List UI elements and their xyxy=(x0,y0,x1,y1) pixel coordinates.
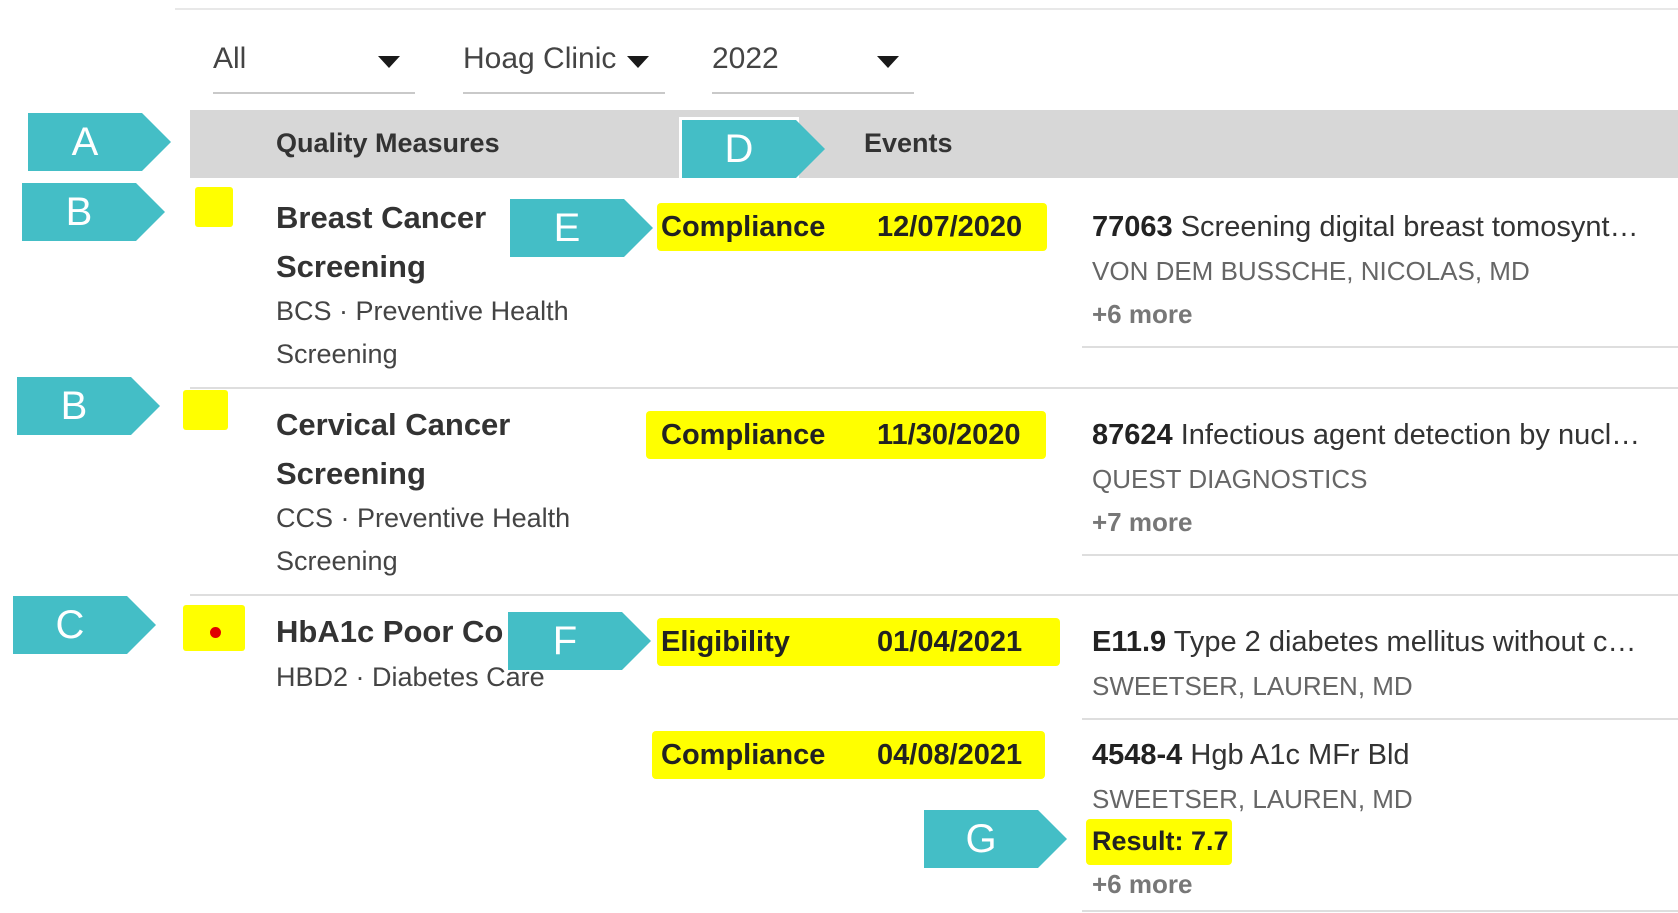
measure-subtitle-cont: Screening xyxy=(276,339,398,369)
clinic-filter-dropdown[interactable]: Hoag Clinic xyxy=(463,22,665,94)
event-date: 04/08/2021 xyxy=(877,739,1023,771)
events-header: Events xyxy=(864,128,953,158)
callout-f: F xyxy=(508,612,651,670)
event-date: 01/04/2021 xyxy=(877,626,1023,658)
event-divider xyxy=(1082,718,1678,720)
event-type: Compliance xyxy=(661,419,826,451)
event-detail: E11.9 Type 2 diabetes mellitus without c… xyxy=(1092,626,1672,659)
more-events-link[interactable]: +7 more xyxy=(1092,507,1192,538)
measure-subtitle: BCS · Preventive Health xyxy=(276,296,569,326)
measure-subtitle-cont: Screening xyxy=(276,546,398,576)
event-description: Hgb A1c MFr Bld xyxy=(1190,739,1410,771)
event-date: 11/30/2020 xyxy=(877,419,1021,451)
measure-subtitle: CCS · Preventive Health xyxy=(276,503,571,533)
chevron-down-icon xyxy=(877,56,899,68)
event-type: Eligibility xyxy=(661,626,790,658)
event-detail: 87624 Infectious agent detection by nucl… xyxy=(1092,419,1672,452)
event-date: 12/07/2020 xyxy=(877,211,1023,243)
more-events-link[interactable]: +6 more xyxy=(1092,299,1192,330)
chevron-down-icon xyxy=(627,56,649,68)
event-type: Compliance xyxy=(661,739,826,771)
status-marker-yellow xyxy=(183,390,228,430)
event-detail: 4548-4 Hgb A1c MFr Bld xyxy=(1092,739,1672,772)
row-divider xyxy=(190,387,1678,389)
callout-b: B xyxy=(17,377,160,435)
event-code: 4548-4 xyxy=(1092,739,1183,771)
event-description: Infectious agent detection by nucl… xyxy=(1180,419,1641,451)
year-filter-dropdown[interactable]: 2022 xyxy=(712,22,914,94)
callout-a-label: A xyxy=(71,120,99,164)
event-provider: SWEETSER, LAUREN, MD xyxy=(1092,671,1413,701)
callout-a: A xyxy=(28,113,171,171)
measure-title-cont[interactable]: Screening xyxy=(276,242,426,291)
event-provider: SWEETSER, LAUREN, MD xyxy=(1092,784,1413,814)
row-divider xyxy=(190,594,1678,596)
callout-d: D xyxy=(682,120,825,178)
quality-measures-header: Quality Measures xyxy=(276,128,500,158)
measure-title[interactable]: Breast Cancer xyxy=(276,193,486,242)
chevron-down-icon xyxy=(378,56,400,68)
callout-b-label: B xyxy=(65,190,93,234)
type-filter-value: All xyxy=(213,42,247,75)
callout-g-label: G xyxy=(965,817,997,861)
callout-g: G xyxy=(924,810,1067,868)
event-type: Compliance xyxy=(661,211,826,243)
event-provider: VON DEM BUSSCHE, NICOLAS, MD xyxy=(1092,256,1530,286)
callout-e-label: E xyxy=(553,206,581,250)
type-filter-dropdown[interactable]: All xyxy=(213,22,415,94)
year-filter-value: 2022 xyxy=(712,42,779,75)
callout-b-label: B xyxy=(60,384,88,428)
status-marker-yellow xyxy=(195,187,233,227)
measure-title[interactable]: HbA1c Poor Co xyxy=(276,607,503,656)
event-description: Type 2 diabetes mellitus without c… xyxy=(1173,626,1637,658)
event-code: 77063 xyxy=(1092,211,1173,243)
callout-d-label: D xyxy=(724,127,754,171)
event-code: E11.9 xyxy=(1092,626,1167,658)
status-dot-red xyxy=(210,627,221,638)
event-provider: QUEST DIAGNOSTICS xyxy=(1092,464,1368,494)
event-divider xyxy=(1082,910,1678,912)
more-events-link[interactable]: +6 more xyxy=(1092,869,1192,900)
measure-title[interactable]: Cervical Cancer xyxy=(276,400,510,449)
callout-c-label: C xyxy=(55,603,85,647)
event-code: 87624 xyxy=(1092,419,1173,451)
event-divider xyxy=(1082,554,1678,556)
top-divider xyxy=(175,8,1678,10)
event-divider xyxy=(1082,346,1678,348)
measure-title-cont[interactable]: Screening xyxy=(276,449,426,498)
callout-f-label: F xyxy=(552,619,578,663)
event-result: Result: 7.7 xyxy=(1092,826,1229,856)
callout-c: C xyxy=(13,596,156,654)
clinic-filter-value: Hoag Clinic xyxy=(463,42,617,75)
event-detail: 77063 Screening digital breast tomosynt… xyxy=(1092,211,1672,244)
callout-b: B xyxy=(22,183,165,241)
event-description: Screening digital breast tomosynt… xyxy=(1180,211,1639,243)
callout-e: E xyxy=(510,199,653,257)
measure-subtitle: HBD2 · Diabetes Care xyxy=(276,662,545,692)
